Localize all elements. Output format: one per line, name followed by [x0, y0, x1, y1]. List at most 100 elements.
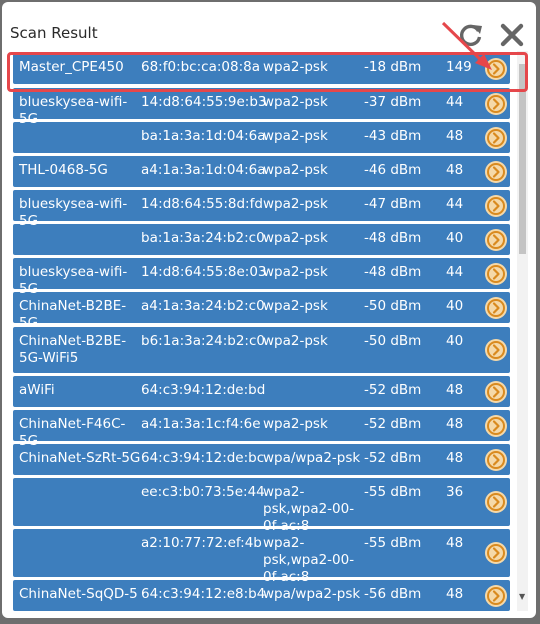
network-channel: 48: [446, 128, 464, 144]
network-channel: 44: [446, 264, 464, 280]
network-bssid: b6:1a:3a:24:b2:c0: [141, 333, 265, 349]
chevron-right-circle-icon[interactable]: [485, 93, 507, 115]
network-bssid: 68:f0:bc:ca:08:8a: [141, 59, 260, 75]
network-channel: 48: [446, 535, 464, 551]
network-signal: -50 dBm: [364, 333, 422, 349]
chevron-right-circle-icon[interactable]: [485, 263, 507, 285]
network-security: wpa2-psk: [263, 59, 328, 75]
chevron-right-circle-icon[interactable]: [485, 491, 507, 513]
network-bssid: a4:1a:3a:1d:04:6a: [141, 162, 266, 178]
network-row[interactable]: ChinaNet-SqQD-5 64:c3:94:12:e8:b4 wpa/wpa2…: [13, 580, 510, 611]
network-bssid: 64:c3:94:12:de:bc: [141, 450, 265, 466]
network-ssid: blueskysea-wifi-5G: [19, 196, 128, 229]
network-signal: -43 dBm: [364, 128, 422, 144]
network-row[interactable]: blueskysea-wifi-5G 14:d8:64:55:9e:b3 wpa2-…: [13, 88, 510, 127]
network-ssid: blueskysea-wifi-5G: [19, 264, 128, 297]
scrollbar[interactable]: ▼: [517, 51, 528, 611]
network-security: wpa2-psk: [263, 264, 328, 280]
chevron-right-circle-icon[interactable]: [485, 585, 507, 607]
refresh-icon[interactable]: [458, 22, 484, 48]
network-bssid: 14:d8:64:55:8e:03: [141, 264, 267, 280]
chevron-right-circle-icon[interactable]: [485, 161, 507, 183]
chevron-right-circle-icon[interactable]: [485, 297, 507, 319]
network-signal: -48 dBm: [364, 264, 422, 280]
chevron-right-circle-icon[interactable]: [485, 415, 507, 437]
network-row[interactable]: Master_CPE450 68:f0:bc:ca:08:8a wpa2-psk -1…: [13, 53, 510, 84]
network-signal: -52 dBm: [364, 450, 422, 466]
network-signal: -18 dBm: [364, 59, 422, 75]
network-ssid: ChinaNet-B2BE-5G-WiFi5: [19, 333, 127, 366]
network-bssid: 14:d8:64:55:9e:b3: [141, 94, 267, 110]
network-channel: 48: [446, 382, 464, 398]
network-row[interactable]: aWiFi 64:c3:94:12:de:bd -52 dBm 48: [13, 376, 510, 407]
network-security: wpa2-psk,wpa2-00-0f-ac:8: [263, 484, 355, 534]
network-row[interactable]: ChinaNet-B2BE-5G-WiFi5 b6:1a:3a:24:b2:c0 w…: [13, 327, 510, 373]
network-security: wpa2-psk: [263, 416, 328, 432]
network-channel: 40: [446, 298, 464, 314]
network-security: wpa2-psk: [263, 94, 328, 110]
network-row[interactable]: blueskysea-wifi-5G 14:d8:64:55:8d:fd wpa2-…: [13, 190, 510, 229]
chevron-right-circle-icon[interactable]: [485, 58, 507, 80]
chevron-right-circle-icon[interactable]: [485, 449, 507, 471]
network-row[interactable]: THL-0468-5G a4:1a:3a:1d:04:6a wpa2-psk -46 …: [13, 156, 510, 187]
network-bssid: a2:10:77:72:ef:4b: [141, 535, 262, 551]
network-security: wpa2-psk: [263, 298, 328, 314]
network-signal: -52 dBm: [364, 382, 422, 398]
network-channel: 40: [446, 230, 464, 246]
network-signal: -48 dBm: [364, 230, 422, 246]
network-channel: 48: [446, 586, 464, 602]
scan-result-dialog: Scan Result ChinaNet-SqQD-5 64:c3:94:12:e…: [2, 2, 536, 618]
network-channel: 149: [446, 59, 472, 75]
network-security: wpa2-psk: [263, 230, 328, 246]
network-ssid: Master_CPE450: [19, 59, 124, 75]
network-channel: 44: [446, 196, 464, 212]
network-security: wpa2-psk,wpa2-00-0f-ac:8: [263, 535, 355, 585]
network-channel: 48: [446, 416, 464, 432]
chevron-right-circle-icon[interactable]: [485, 339, 507, 361]
chevron-right-circle-icon[interactable]: [485, 229, 507, 251]
network-ssid: THL-0468-5G: [19, 162, 108, 178]
network-row[interactable]: a2:10:77:72:ef:4b wpa2-psk,wpa2-00-0f-ac:…: [13, 529, 510, 585]
network-ssid: ChinaNet-B2BE-5G: [19, 298, 127, 331]
close-icon[interactable]: [499, 22, 525, 48]
chevron-right-circle-icon[interactable]: [485, 127, 507, 149]
network-list: ChinaNet-SqQD-5 64:c3:94:12:e8:b4 wpa/wpa2…: [12, 51, 528, 611]
network-signal: -37 dBm: [364, 94, 422, 110]
network-signal: -46 dBm: [364, 162, 422, 178]
network-bssid: ee:c3:b0:73:5e:44: [141, 484, 265, 500]
network-channel: 40: [446, 333, 464, 349]
network-channel: 48: [446, 162, 464, 178]
network-signal: -56 dBm: [364, 586, 422, 602]
network-bssid: 64:c3:94:12:de:bd: [141, 382, 266, 398]
network-bssid: ba:1a:3a:1d:04:6a: [141, 128, 266, 144]
network-ssid: ChinaNet-F46C-5G: [19, 416, 126, 449]
network-row[interactable]: ee:c3:b0:73:5e:44 wpa2-psk,wpa2-00-0f-ac:…: [13, 478, 510, 534]
chevron-right-circle-icon[interactable]: [485, 381, 507, 403]
scroll-down-arrow-icon[interactable]: ▼: [519, 592, 525, 602]
network-bssid: a4:1a:3a:1c:f4:6e: [141, 416, 261, 432]
network-channel: 44: [446, 94, 464, 110]
network-security: wpa2-psk: [263, 162, 328, 178]
network-security: wpa2-psk: [263, 196, 328, 212]
chevron-right-circle-icon[interactable]: [485, 542, 507, 564]
network-ssid: aWiFi: [19, 382, 55, 398]
network-signal: -47 dBm: [364, 196, 422, 212]
network-bssid: a4:1a:3a:24:b2:c0: [141, 298, 265, 314]
network-security: wpa2-psk: [263, 333, 328, 349]
network-row[interactable]: blueskysea-wifi-5G 14:d8:64:55:8e:03 wpa2-…: [13, 258, 510, 297]
network-signal: -52 dBm: [364, 416, 422, 432]
network-ssid: blueskysea-wifi-5G: [19, 94, 128, 127]
network-ssid: ChinaNet-SqQD-5: [19, 586, 138, 602]
dialog-title: Scan Result: [10, 24, 98, 42]
network-row[interactable]: ChinaNet-F46C-5G a4:1a:3a:1c:f4:6e wpa2-ps…: [13, 410, 510, 449]
chevron-right-circle-icon[interactable]: [485, 195, 507, 217]
network-channel: 48: [446, 450, 464, 466]
network-ssid: ChinaNet-SzRt-5G: [19, 450, 141, 466]
network-security: wpa/wpa2-psk: [263, 450, 361, 466]
network-bssid: 64:c3:94:12:e8:b4: [141, 586, 266, 602]
scrollbar-thumb[interactable]: [519, 64, 526, 254]
network-bssid: ba:1a:3a:24:b2:c0: [141, 230, 265, 246]
network-signal: -55 dBm: [364, 484, 422, 500]
network-channel: 36: [446, 484, 464, 500]
network-bssid: 14:d8:64:55:8d:fd: [141, 196, 263, 212]
